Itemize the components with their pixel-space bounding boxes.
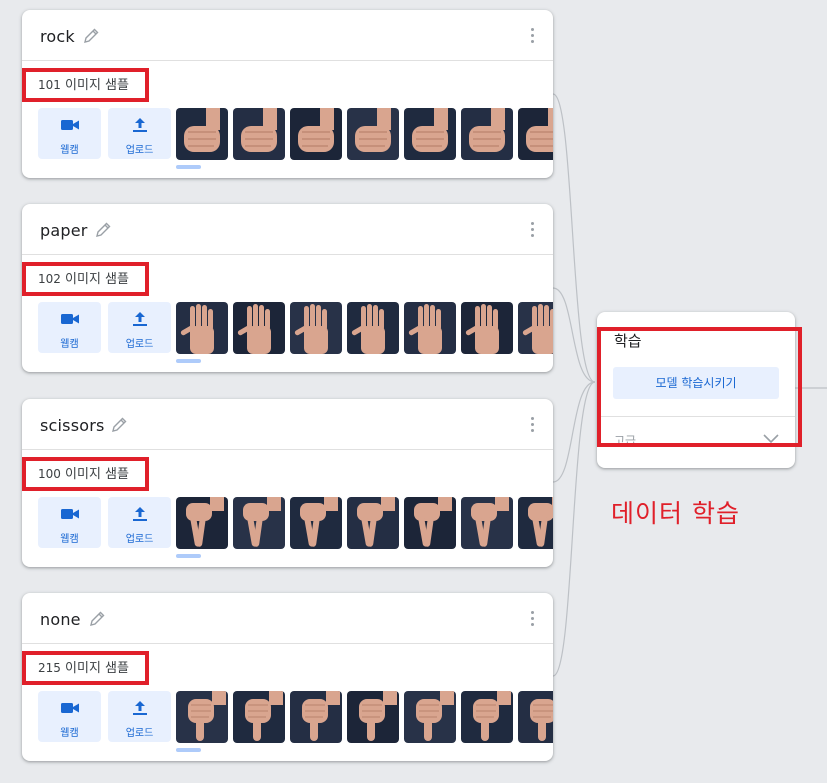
sample-thumbnail[interactable] <box>518 302 553 354</box>
sample-thumbnail[interactable] <box>290 497 342 549</box>
chevron-down-icon[interactable] <box>763 434 779 444</box>
advanced-toggle-label[interactable]: 고급 <box>614 432 636 449</box>
sample-count-label: 102 이미지 샘플 <box>22 262 149 296</box>
sample-thumbnail[interactable] <box>176 302 228 354</box>
more-vert-icon[interactable] <box>529 417 535 433</box>
thumbnail-scrollbar[interactable] <box>176 359 201 363</box>
more-vert-icon[interactable] <box>529 28 535 44</box>
webcam-button[interactable]: 웹캠 <box>38 108 101 159</box>
class-card-header: none <box>22 593 553 644</box>
upload-button[interactable]: 업로드 <box>108 497 171 548</box>
class-card-header: paper <box>22 204 553 255</box>
thumbnail-scrollbar[interactable] <box>176 748 201 752</box>
sample-thumbnail[interactable] <box>290 691 342 743</box>
upload-button[interactable]: 업로드 <box>108 108 171 159</box>
sample-thumbnail[interactable] <box>176 497 228 549</box>
training-panel: 학습 모델 학습시키기 고급 <box>597 312 795 468</box>
thumbnail-scrollbar[interactable] <box>176 554 201 558</box>
upload-button-label: 업로드 <box>125 339 154 350</box>
webcam-button[interactable]: 웹캠 <box>38 497 101 548</box>
pencil-icon[interactable] <box>88 610 106 628</box>
sample-thumbnail[interactable] <box>233 497 285 549</box>
sample-thumbnail[interactable] <box>347 691 399 743</box>
sample-count: 215 <box>38 661 61 675</box>
class-name[interactable]: scissors <box>40 416 105 435</box>
sample-thumbnail[interactable] <box>518 691 553 743</box>
sample-count-text: 이미지 샘플 <box>65 467 129 482</box>
sample-count-text: 이미지 샘플 <box>65 661 129 676</box>
annotation-data-training: 데이터 학습 <box>611 499 740 528</box>
webcam-button-label: 웹캠 <box>60 339 79 350</box>
upload-button[interactable]: 업로드 <box>108 691 171 742</box>
upload-button-label: 업로드 <box>125 145 154 156</box>
webcam-button[interactable]: 웹캠 <box>38 302 101 353</box>
upload-button[interactable]: 업로드 <box>108 302 171 353</box>
class-name[interactable]: rock <box>40 27 75 46</box>
sample-thumbnail[interactable] <box>461 497 513 549</box>
sample-thumbnail[interactable] <box>461 302 513 354</box>
sample-thumbnail[interactable] <box>404 497 456 549</box>
class-card-paper: paper 102 이미지 샘플 웹캠 업로드 <box>22 204 553 372</box>
sample-thumbnail[interactable] <box>176 691 228 743</box>
sample-thumbnail[interactable] <box>347 302 399 354</box>
sample-thumbnail[interactable] <box>347 497 399 549</box>
more-vert-icon[interactable] <box>529 222 535 238</box>
sample-thumbnail[interactable] <box>347 108 399 160</box>
sample-thumbnails <box>176 108 553 160</box>
more-vert-icon[interactable] <box>529 611 535 627</box>
sample-count-text: 이미지 샘플 <box>65 78 129 93</box>
thumbnail-scrollbar[interactable] <box>176 165 201 169</box>
sample-thumbnail[interactable] <box>404 691 456 743</box>
sample-thumbnail[interactable] <box>233 691 285 743</box>
training-title: 학습 <box>614 332 642 350</box>
class-card-rock: rock 101 이미지 샘플 웹캠 업로드 <box>22 10 553 178</box>
sample-thumbnail[interactable] <box>461 108 513 160</box>
pencil-icon[interactable] <box>94 221 112 239</box>
class-card-header: rock <box>22 10 553 61</box>
sample-thumbnail[interactable] <box>290 302 342 354</box>
sample-count-label: 215 이미지 샘플 <box>22 651 149 685</box>
webcam-button-label: 웹캠 <box>60 145 79 156</box>
sample-thumbnails <box>176 302 553 354</box>
sample-thumbnail[interactable] <box>404 108 456 160</box>
sample-count-text: 이미지 샘플 <box>65 272 129 287</box>
class-name[interactable]: paper <box>40 221 88 240</box>
webcam-button-label: 웹캠 <box>60 534 79 545</box>
webcam-button[interactable]: 웹캠 <box>38 691 101 742</box>
pencil-icon[interactable] <box>82 27 100 45</box>
sample-thumbnail[interactable] <box>518 108 553 160</box>
class-card-header: scissors <box>22 399 553 450</box>
upload-button-label: 업로드 <box>125 728 154 739</box>
upload-button-label: 업로드 <box>125 534 154 545</box>
sample-count: 102 <box>38 272 61 286</box>
sample-thumbnail[interactable] <box>290 108 342 160</box>
class-card-scissors: scissors 100 이미지 샘플 웹캠 업로드 <box>22 399 553 567</box>
sample-count-label: 101 이미지 샘플 <box>22 68 149 102</box>
sample-thumbnails <box>176 691 553 743</box>
pencil-icon[interactable] <box>110 416 128 434</box>
sample-count: 100 <box>38 467 61 481</box>
class-name[interactable]: none <box>40 610 81 629</box>
sample-thumbnail[interactable] <box>461 691 513 743</box>
webcam-button-label: 웹캠 <box>60 728 79 739</box>
sample-thumbnail[interactable] <box>176 108 228 160</box>
sample-count-label: 100 이미지 샘플 <box>22 457 149 491</box>
sample-thumbnail[interactable] <box>404 302 456 354</box>
train-model-button[interactable]: 모델 학습시키기 <box>613 367 779 399</box>
class-card-none: none 215 이미지 샘플 웹캠 업로드 <box>22 593 553 761</box>
sample-thumbnail[interactable] <box>233 108 285 160</box>
sample-thumbnail[interactable] <box>518 497 553 549</box>
divider <box>597 416 795 417</box>
sample-thumbnails <box>176 497 553 549</box>
sample-thumbnail[interactable] <box>233 302 285 354</box>
sample-count: 101 <box>38 78 61 92</box>
